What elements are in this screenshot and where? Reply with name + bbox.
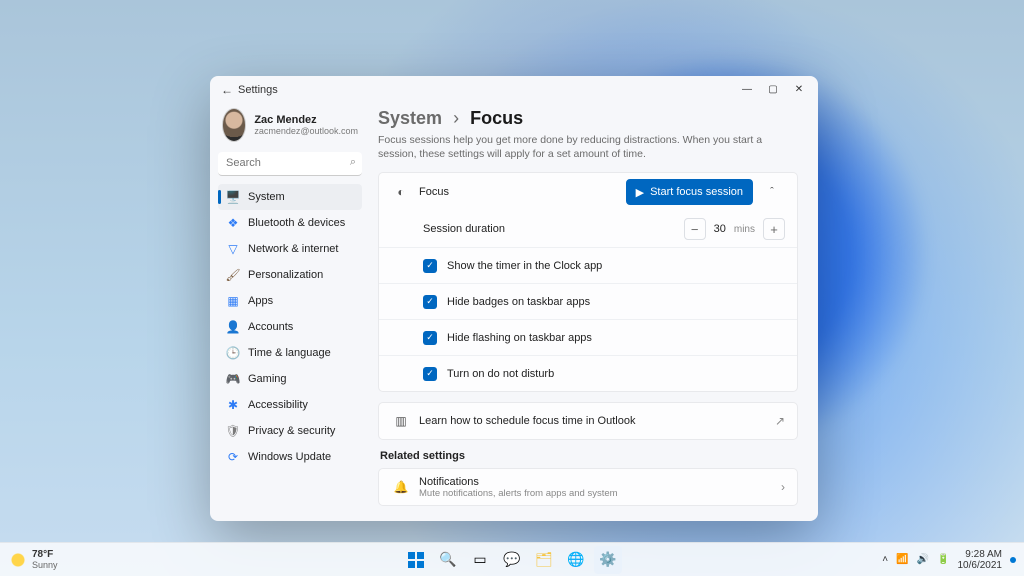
search-icon: ⌕: [350, 156, 356, 169]
sidebar-item-system[interactable]: 🖥️System: [218, 184, 362, 210]
duration-increment[interactable]: +: [763, 218, 785, 240]
option-dnd: ✓ Turn on do not disturb: [379, 355, 797, 391]
tray-overflow[interactable]: ˄: [882, 554, 888, 565]
breadcrumb-current: Focus: [470, 108, 523, 128]
checkbox-dnd[interactable]: ✓: [423, 367, 437, 381]
chevron-right-icon: ›: [781, 480, 785, 494]
sidebar-item-privacy[interactable]: 🛡Privacy & security: [218, 418, 362, 444]
outlook-card[interactable]: ▥ Learn how to schedule focus time in Ou…: [378, 402, 798, 440]
page-description: Focus sessions help you get more done by…: [378, 133, 798, 162]
system-tray: ˄ 📶 🔊 🔋 9:28 AM 10/6/2021: [882, 549, 1024, 571]
duration-stepper: − 30 mins +: [684, 218, 785, 240]
profile-block[interactable]: Zac Mendez zacmendez@outlook.com: [218, 104, 362, 150]
search-box[interactable]: ⌕: [218, 152, 362, 176]
duration-unit: mins: [734, 224, 755, 235]
option-hide-flashing: ✓ Hide flashing on taskbar apps: [379, 319, 797, 355]
taskbar-edge[interactable]: 🌐: [562, 546, 590, 574]
sidebar: Zac Mendez zacmendez@outlook.com ⌕ 🖥️Sys…: [210, 104, 370, 521]
sidebar-item-gaming[interactable]: 🎮Gaming: [218, 366, 362, 392]
shield-icon: 🛡: [226, 424, 240, 438]
related-settings-title: Related settings: [380, 450, 798, 462]
sidebar-item-bluetooth[interactable]: ❖Bluetooth & devices: [218, 210, 362, 236]
sidebar-item-update[interactable]: ⟳Windows Update: [218, 444, 362, 470]
profile-name: Zac Mendez: [254, 114, 358, 126]
sun-icon: [10, 552, 26, 568]
checkbox-hide-badges[interactable]: ✓: [423, 295, 437, 309]
settings-window: ← Settings — ▢ ✕ Zac Mendez zacmendez@ou…: [210, 76, 818, 521]
desktop: ← Settings — ▢ ✕ Zac Mendez zacmendez@ou…: [0, 0, 1024, 576]
nav: 🖥️System ❖Bluetooth & devices ▽Network &…: [218, 184, 362, 470]
focus-header-label: Focus: [419, 186, 449, 198]
sidebar-item-accounts[interactable]: 👤Accounts: [218, 314, 362, 340]
weather-widget[interactable]: 78°F Sunny: [0, 549, 58, 570]
minimize-button[interactable]: —: [734, 79, 760, 101]
session-duration-label: Session duration: [423, 223, 505, 235]
checkbox-hide-flashing[interactable]: ✓: [423, 331, 437, 345]
apps-icon: ▦: [226, 294, 240, 308]
titlebar: ← Settings — ▢ ✕: [210, 76, 818, 104]
notifications-card[interactable]: 🔔 Notifications Mute notifications, aler…: [378, 468, 798, 506]
sidebar-item-personalization[interactable]: 🖌Personalization: [218, 262, 362, 288]
breadcrumb-parent[interactable]: System: [378, 108, 442, 128]
collapse-toggle[interactable]: ˆ: [759, 179, 785, 205]
maximize-button[interactable]: ▢: [760, 79, 786, 101]
tray-wifi-icon[interactable]: 📶: [896, 554, 908, 565]
bluetooth-icon: ❖: [226, 216, 240, 230]
focus-icon: ◐: [391, 185, 411, 199]
duration-value: 30: [714, 223, 726, 235]
brush-icon: 🖌: [226, 268, 240, 282]
search-input[interactable]: [218, 152, 362, 176]
duration-decrement[interactable]: −: [684, 218, 706, 240]
taskbar-center: 🔍 ▭ 💬 🗂 🌐 ⚙️: [402, 546, 622, 574]
option-hide-badges: ✓ Hide badges on taskbar apps: [379, 283, 797, 319]
sidebar-item-network[interactable]: ▽Network & internet: [218, 236, 362, 262]
session-duration-row: Session duration − 30 mins +: [379, 211, 797, 247]
taskbar-settings[interactable]: ⚙️: [594, 546, 622, 574]
sidebar-item-accessibility[interactable]: ✱Accessibility: [218, 392, 362, 418]
breadcrumb-sep: ›: [453, 108, 459, 128]
update-icon: ⟳: [226, 450, 240, 464]
clock-icon: 🕒: [226, 346, 240, 360]
start-button[interactable]: [402, 546, 430, 574]
back-button[interactable]: ←: [216, 83, 238, 97]
taskbar-chat[interactable]: 💬: [498, 546, 526, 574]
external-link-icon: ↗: [775, 414, 785, 428]
sidebar-item-time[interactable]: 🕒Time & language: [218, 340, 362, 366]
taskbar-explorer[interactable]: 🗂: [530, 546, 558, 574]
notifications-subtitle: Mute notifications, alerts from apps and…: [419, 488, 618, 499]
tray-clock[interactable]: 9:28 AM 10/6/2021: [958, 549, 1003, 571]
bell-icon: 🔔: [391, 480, 411, 494]
checkbox-show-timer[interactable]: ✓: [423, 259, 437, 273]
close-button[interactable]: ✕: [786, 79, 812, 101]
taskbar-taskview[interactable]: ▭: [466, 546, 494, 574]
wifi-icon: ▽: [226, 242, 240, 256]
avatar: [222, 108, 246, 142]
outlook-link-label: Learn how to schedule focus time in Outl…: [419, 415, 635, 427]
focus-header-row: ◐ Focus ▶ Start focus session ˆ: [379, 173, 797, 211]
person-icon: 👤: [226, 320, 240, 334]
start-focus-button[interactable]: ▶ Start focus session: [626, 179, 753, 205]
notifications-title: Notifications: [419, 476, 618, 488]
gaming-icon: 🎮: [226, 372, 240, 386]
play-icon: ▶: [636, 186, 644, 199]
sidebar-item-apps[interactable]: ▦Apps: [218, 288, 362, 314]
tray-battery-icon[interactable]: 🔋: [937, 554, 949, 565]
breadcrumb: System › Focus: [378, 108, 798, 129]
taskbar-search[interactable]: 🔍: [434, 546, 462, 574]
tray-notifications-icon[interactable]: [1010, 557, 1016, 563]
accessibility-icon: ✱: [226, 398, 240, 412]
profile-email: zacmendez@outlook.com: [254, 126, 358, 136]
taskbar: 78°F Sunny 🔍 ▭ 💬 🗂 🌐 ⚙️ ˄ 📶 🔊 🔋 9:28 AM …: [0, 542, 1024, 576]
focus-card: ◐ Focus ▶ Start focus session ˆ Session …: [378, 172, 798, 392]
display-icon: 🖥️: [226, 190, 240, 204]
tray-volume-icon[interactable]: 🔊: [917, 554, 929, 565]
calendar-icon: ▥: [391, 414, 411, 428]
option-show-timer: ✓ Show the timer in the Clock app: [379, 247, 797, 283]
content: System › Focus Focus sessions help you g…: [370, 104, 818, 521]
window-title: Settings: [238, 84, 278, 96]
